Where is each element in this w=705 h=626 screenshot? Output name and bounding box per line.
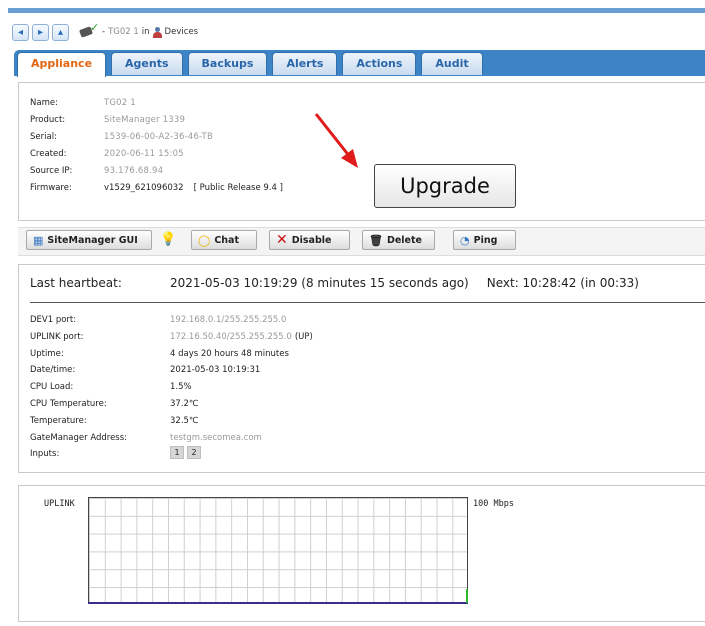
uplink-status: (UP) — [294, 331, 313, 342]
status-details: DEV1 port: 192.168.0.1/255.255.255.0 UPLI… — [30, 312, 313, 463]
traffic-graph-spike — [466, 589, 468, 603]
cpu-temp-value: 37.2℃ — [170, 398, 199, 409]
heartbeat-value: 2021-05-03 10:19:29 (8 minutes 15 second… — [170, 276, 469, 290]
disable-button[interactable]: ✕ Disable — [269, 230, 350, 250]
dev1-value: 192.168.0.1/255.255.255.0 — [170, 315, 287, 325]
ping-button[interactable]: ◔ Ping — [453, 230, 516, 250]
uptime-value: 4 days 20 hours 48 minutes — [170, 348, 289, 359]
inputs-label: Inputs: — [30, 449, 60, 460]
x-icon: ✕ — [276, 232, 288, 248]
uplink-label: UPLINK port: — [30, 331, 84, 342]
dev1-label: DEV1 port: — [30, 315, 77, 325]
network-icon: ▦ — [33, 233, 44, 247]
heartbeat-divider — [30, 302, 705, 303]
temperature-value: 32.5℃ — [170, 415, 199, 426]
upgrade-button[interactable]: Upgrade — [374, 164, 516, 208]
chat-button[interactable]: ◯ Chat — [191, 230, 257, 250]
delete-button[interactable]: 🗑 Delete — [362, 230, 435, 250]
uptime-label: Uptime: — [30, 348, 64, 359]
graph-max-label: 100 Mbps — [473, 499, 514, 509]
cpu-load-value: 1.5% — [170, 382, 192, 393]
input-1-badge: 1 — [170, 446, 184, 460]
lightbulb-icon: 💡 — [160, 232, 177, 247]
input-2-badge: 2 — [187, 446, 201, 460]
traffic-graph-baseline — [88, 602, 468, 604]
gatemanager-value: testgm.secomea.com — [170, 432, 262, 443]
chat-icon: ◯ — [198, 233, 211, 247]
chat-label: Chat — [214, 234, 239, 246]
disable-label: Disable — [291, 234, 332, 246]
heartbeat-row: Last heartbeat: 2021-05-03 10:19:29 (8 m… — [30, 276, 639, 290]
gatemanager-label: GateManager Address: — [30, 432, 128, 443]
trash-icon: 🗑 — [369, 233, 383, 247]
datetime-label: Date/time: — [30, 365, 76, 376]
graph-series-label: UPLINK — [44, 499, 75, 509]
temperature-label: Temperature: — [30, 415, 87, 426]
cpu-temp-label: CPU Temperature: — [30, 398, 107, 409]
uplink-value: 172.16.50.40/255.255.255.0 — [170, 331, 292, 342]
sitemanager-gui-button[interactable]: ▦ SiteManager GUI — [26, 230, 152, 250]
ping-label: Ping — [473, 234, 498, 246]
sitemanager-gui-label: SiteManager GUI — [47, 234, 138, 246]
datetime-value: 2021-05-03 10:19:31 — [170, 365, 261, 376]
heartbeat-label: Last heartbeat: — [30, 276, 122, 290]
heartbeat-next: Next: 10:28:42 (in 00:33) — [486, 276, 639, 290]
traffic-graph — [88, 497, 468, 604]
delete-label: Delete — [386, 234, 422, 246]
ping-icon: ◔ — [460, 233, 470, 247]
cpu-load-label: CPU Load: — [30, 382, 74, 393]
